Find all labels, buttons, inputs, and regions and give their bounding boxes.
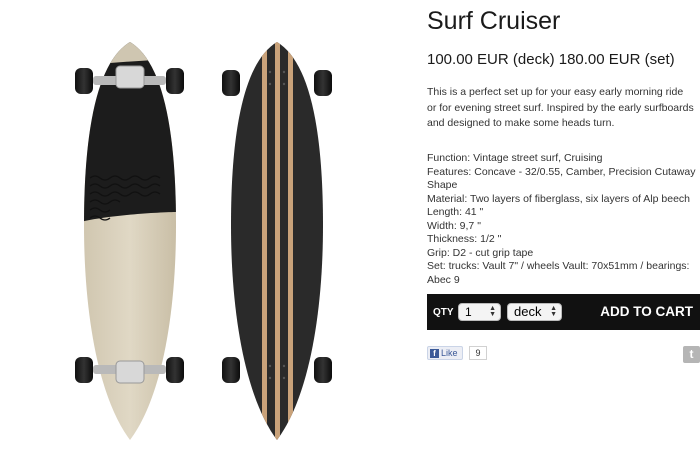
- product-title: Surf Cruiser: [427, 7, 561, 35]
- wheel: [75, 68, 93, 94]
- deck-top-view: [222, 42, 332, 440]
- wheel: [166, 357, 184, 383]
- select-arrows-icon: ▲ ▼: [489, 305, 496, 318]
- wheel: [314, 357, 332, 383]
- product-description: This is a perfect set up for your easy e…: [427, 86, 694, 129]
- spec-grip: Grip: D2 - cut grip tape: [427, 246, 534, 259]
- wheel: [222, 70, 240, 96]
- quantity-select[interactable]: 1 ▲ ▼: [458, 303, 501, 321]
- select-arrows-icon: ▲ ▼: [550, 305, 557, 318]
- variant-value: deck: [514, 304, 542, 319]
- wheel: [75, 357, 93, 383]
- spec-set: Set: trucks: Vault 7" / wheels Vault: 70…: [427, 260, 690, 286]
- like-label: Like: [441, 348, 458, 358]
- spec-length: Length: 41 ": [427, 206, 484, 218]
- add-to-cart-bar: QTY 1 ▲ ▼ deck ▲ ▼ ADD TO CART: [427, 294, 700, 330]
- wheel: [166, 68, 184, 94]
- product-details: Surf Cruiser 100.00 EUR (deck) 180.00 EU…: [427, 0, 700, 468]
- product-price: 100.00 EUR (deck) 180.00 EUR (set): [427, 51, 675, 68]
- facebook-like-button[interactable]: f Like: [427, 346, 463, 360]
- deck-bottom-view: [75, 42, 184, 440]
- spec-features: Features: Concave - 32/0.55, Camber, Pre…: [427, 165, 696, 192]
- product-gallery: [0, 0, 410, 468]
- twitter-icon[interactable]: t: [683, 346, 700, 363]
- like-count: 9: [469, 346, 487, 360]
- facebook-like-icon: f: [430, 348, 439, 358]
- product-specs: Function: Vintage street surf, Cruising …: [427, 152, 699, 287]
- spec-width: Width: 9,7 ": [427, 219, 481, 232]
- wheel: [314, 70, 332, 96]
- add-to-cart-button[interactable]: ADD TO CART: [600, 304, 693, 319]
- spec-thickness: Thickness: 1/2 ": [427, 233, 502, 245]
- skateboard-images: [75, 42, 332, 440]
- wheel: [222, 357, 240, 383]
- spec-material: Material: Two layers of fiberglass, six …: [427, 192, 691, 205]
- variant-select[interactable]: deck ▲ ▼: [507, 303, 562, 321]
- qty-label: QTY: [433, 307, 454, 318]
- quantity-value: 1: [465, 305, 472, 319]
- spec-function: Function: Vintage street surf, Cruising: [427, 152, 603, 164]
